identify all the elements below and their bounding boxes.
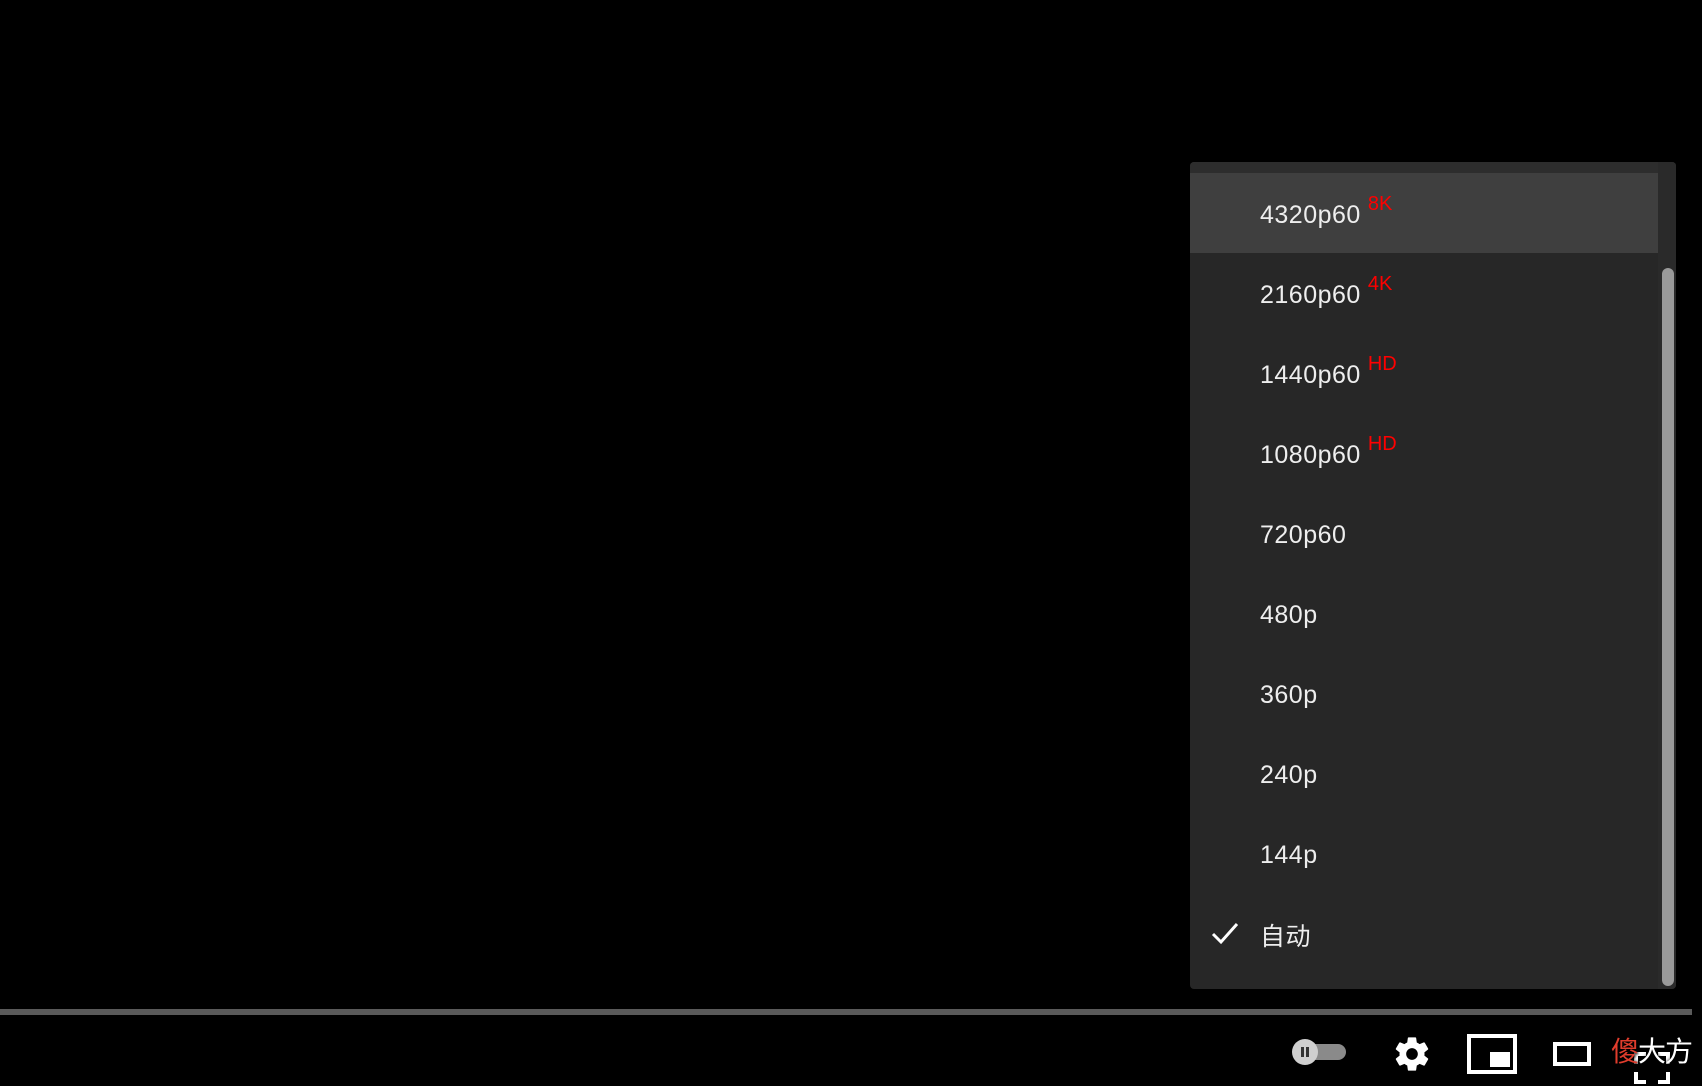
quality-badge: HD — [1367, 352, 1397, 375]
watermark: 傻大方 — [1611, 1030, 1693, 1070]
theater-mode-button[interactable] — [1552, 1032, 1592, 1076]
quality-option-240p[interactable]: 240p — [1190, 733, 1676, 813]
quality-option-label: 1440p60 — [1260, 360, 1361, 389]
check-slot — [1190, 573, 1260, 653]
quality-option-label: 144p — [1260, 840, 1318, 869]
gear-icon — [1395, 1037, 1429, 1071]
quality-menu: 4320p60 8K 2160p60 4K 1440p60 HD 1080p60… — [1190, 162, 1676, 989]
quality-option-label: 2160p60 — [1260, 280, 1361, 309]
quality-badge: HD — [1367, 432, 1397, 455]
quality-option-label: 480p — [1260, 600, 1318, 629]
miniplayer-button[interactable] — [1466, 1032, 1518, 1076]
check-slot — [1190, 173, 1260, 253]
watermark-rest: 大方 — [1638, 1035, 1693, 1068]
menu-scrollbar-thumb[interactable] — [1662, 268, 1674, 986]
quality-option-720p60[interactable]: 720p60 — [1190, 493, 1676, 573]
miniplayer-icon — [1467, 1034, 1517, 1074]
check-slot — [1190, 413, 1260, 493]
quality-option-auto[interactable]: 自动 — [1190, 893, 1676, 973]
check-slot — [1190, 733, 1260, 813]
quality-option-label: 720p60 — [1260, 520, 1347, 549]
quality-option-2160p60[interactable]: 2160p60 4K — [1190, 253, 1676, 333]
quality-option-label: 自动 — [1260, 923, 1312, 951]
menu-top-strip — [1190, 162, 1676, 173]
check-slot — [1190, 813, 1260, 893]
quality-option-1440p60[interactable]: 1440p60 HD — [1190, 333, 1676, 413]
quality-option-4320p60[interactable]: 4320p60 8K — [1190, 173, 1676, 253]
player-controls — [0, 1020, 1702, 1086]
check-slot — [1190, 333, 1260, 413]
quality-option-144p[interactable]: 144p — [1190, 813, 1676, 893]
quality-badge: 4K — [1367, 272, 1393, 295]
autoplay-toggle-icon — [1292, 1039, 1318, 1065]
autoplay-toggle[interactable] — [1292, 1039, 1350, 1065]
quality-option-label: 4320p60 — [1260, 200, 1361, 229]
quality-option-480p[interactable]: 480p — [1190, 573, 1676, 653]
quality-option-label: 240p — [1260, 760, 1318, 789]
quality-badge: 8K — [1367, 192, 1393, 215]
watermark-first-char: 傻 — [1611, 1035, 1639, 1068]
progress-bar[interactable] — [0, 1009, 1692, 1015]
quality-options-list: 4320p60 8K 2160p60 4K 1440p60 HD 1080p60… — [1190, 173, 1676, 973]
check-slot — [1190, 493, 1260, 573]
video-player[interactable]: 4320p60 8K 2160p60 4K 1440p60 HD 1080p60… — [0, 0, 1702, 1086]
quality-option-360p[interactable]: 360p — [1190, 653, 1676, 733]
check-slot — [1190, 653, 1260, 733]
theater-mode-icon — [1553, 1042, 1591, 1066]
quality-option-1080p60[interactable]: 1080p60 HD — [1190, 413, 1676, 493]
check-slot — [1190, 253, 1260, 333]
check-slot — [1190, 893, 1260, 973]
quality-option-label: 1080p60 — [1260, 440, 1361, 469]
settings-button[interactable] — [1390, 1032, 1434, 1076]
checkmark-icon — [1211, 923, 1239, 945]
quality-option-label: 360p — [1260, 680, 1318, 709]
menu-scrollbar[interactable] — [1658, 162, 1676, 989]
